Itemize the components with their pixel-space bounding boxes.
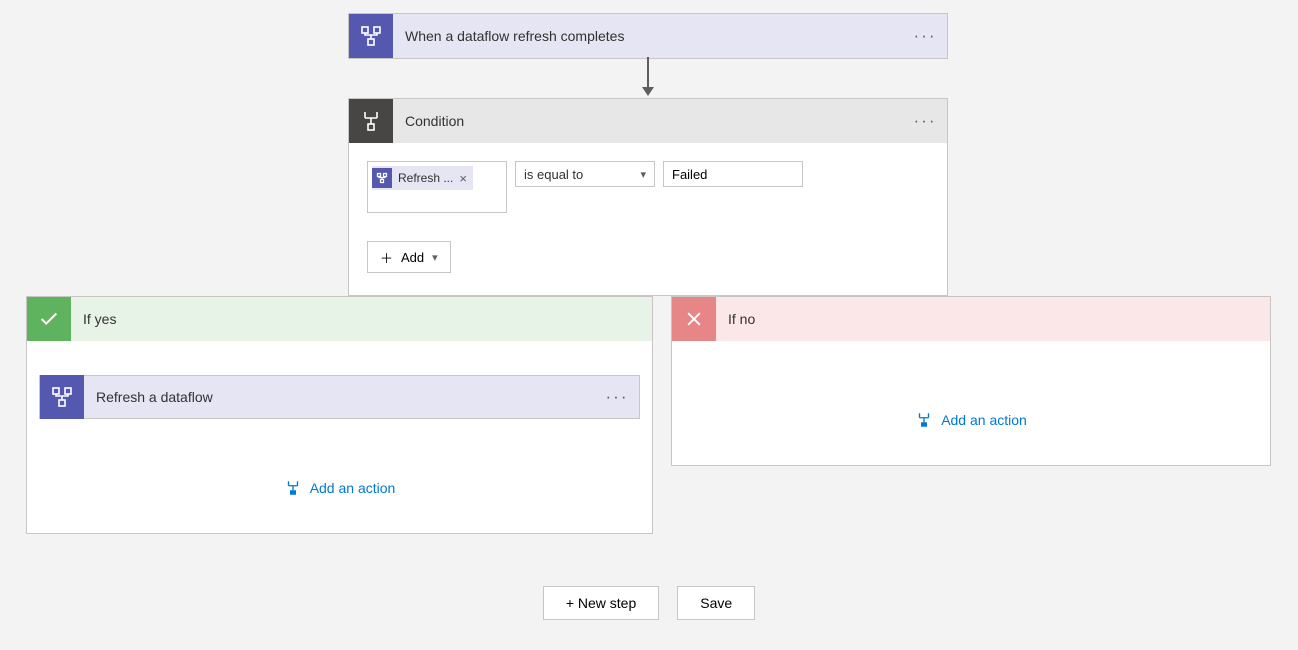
save-button[interactable]: Save: [677, 586, 755, 620]
condition-card[interactable]: Condition ··· Refresh ...: [348, 98, 948, 296]
operator-value: is equal to: [524, 167, 583, 182]
add-action-label: Add an action: [310, 480, 396, 496]
plus-icon: ＋: [380, 248, 393, 267]
footer-actions: + New step Save: [0, 586, 1298, 620]
condition-icon: [349, 99, 393, 143]
action-menu-button[interactable]: ···: [595, 375, 639, 419]
close-icon: [672, 297, 716, 341]
add-action-label: Add an action: [941, 412, 1027, 428]
add-action-icon: [284, 479, 302, 497]
if-yes-label: If yes: [71, 311, 116, 327]
condition-rhs-input[interactable]: [663, 161, 803, 187]
add-action-icon: [915, 411, 933, 429]
chevron-down-icon: ▾: [432, 251, 438, 264]
trigger-header[interactable]: When a dataflow refresh completes ···: [349, 14, 947, 58]
chevron-down-icon: ▾: [640, 168, 646, 181]
if-yes-header: If yes: [27, 297, 652, 341]
condition-operator-select[interactable]: is equal to ▾: [515, 161, 655, 187]
remove-token-button[interactable]: ×: [459, 171, 467, 186]
dataflow-icon: [40, 375, 84, 419]
if-yes-branch: If yes Refresh a dataflow ··· Add an act…: [26, 296, 653, 534]
flow-arrow: [647, 57, 649, 98]
token-chip[interactable]: Refresh ... ×: [372, 166, 473, 190]
trigger-card[interactable]: When a dataflow refresh completes ···: [348, 13, 948, 59]
new-step-button[interactable]: + New step: [543, 586, 659, 620]
token-label: Refresh ...: [398, 171, 453, 185]
dataflow-icon: [349, 14, 393, 58]
refresh-dataflow-action[interactable]: Refresh a dataflow ···: [39, 375, 640, 419]
condition-title: Condition: [393, 113, 903, 129]
if-no-header: If no: [672, 297, 1270, 341]
condition-menu-button[interactable]: ···: [903, 99, 947, 143]
trigger-title: When a dataflow refresh completes: [393, 28, 903, 44]
dataflow-icon: [372, 168, 392, 188]
action-title: Refresh a dataflow: [84, 389, 595, 405]
condition-lhs-input[interactable]: Refresh ... ×: [367, 161, 507, 213]
add-action-button[interactable]: Add an action: [27, 479, 652, 497]
trigger-menu-button[interactable]: ···: [903, 14, 947, 58]
if-no-label: If no: [716, 311, 755, 327]
add-action-button[interactable]: Add an action: [672, 411, 1270, 429]
check-icon: [27, 297, 71, 341]
if-no-branch: If no Add an action: [671, 296, 1271, 466]
add-condition-button[interactable]: ＋ Add ▾: [367, 241, 451, 273]
add-label: Add: [401, 250, 424, 265]
condition-header[interactable]: Condition ···: [349, 99, 947, 143]
condition-body: Refresh ... × is equal to ▾ ＋ Add ▾: [349, 143, 947, 295]
